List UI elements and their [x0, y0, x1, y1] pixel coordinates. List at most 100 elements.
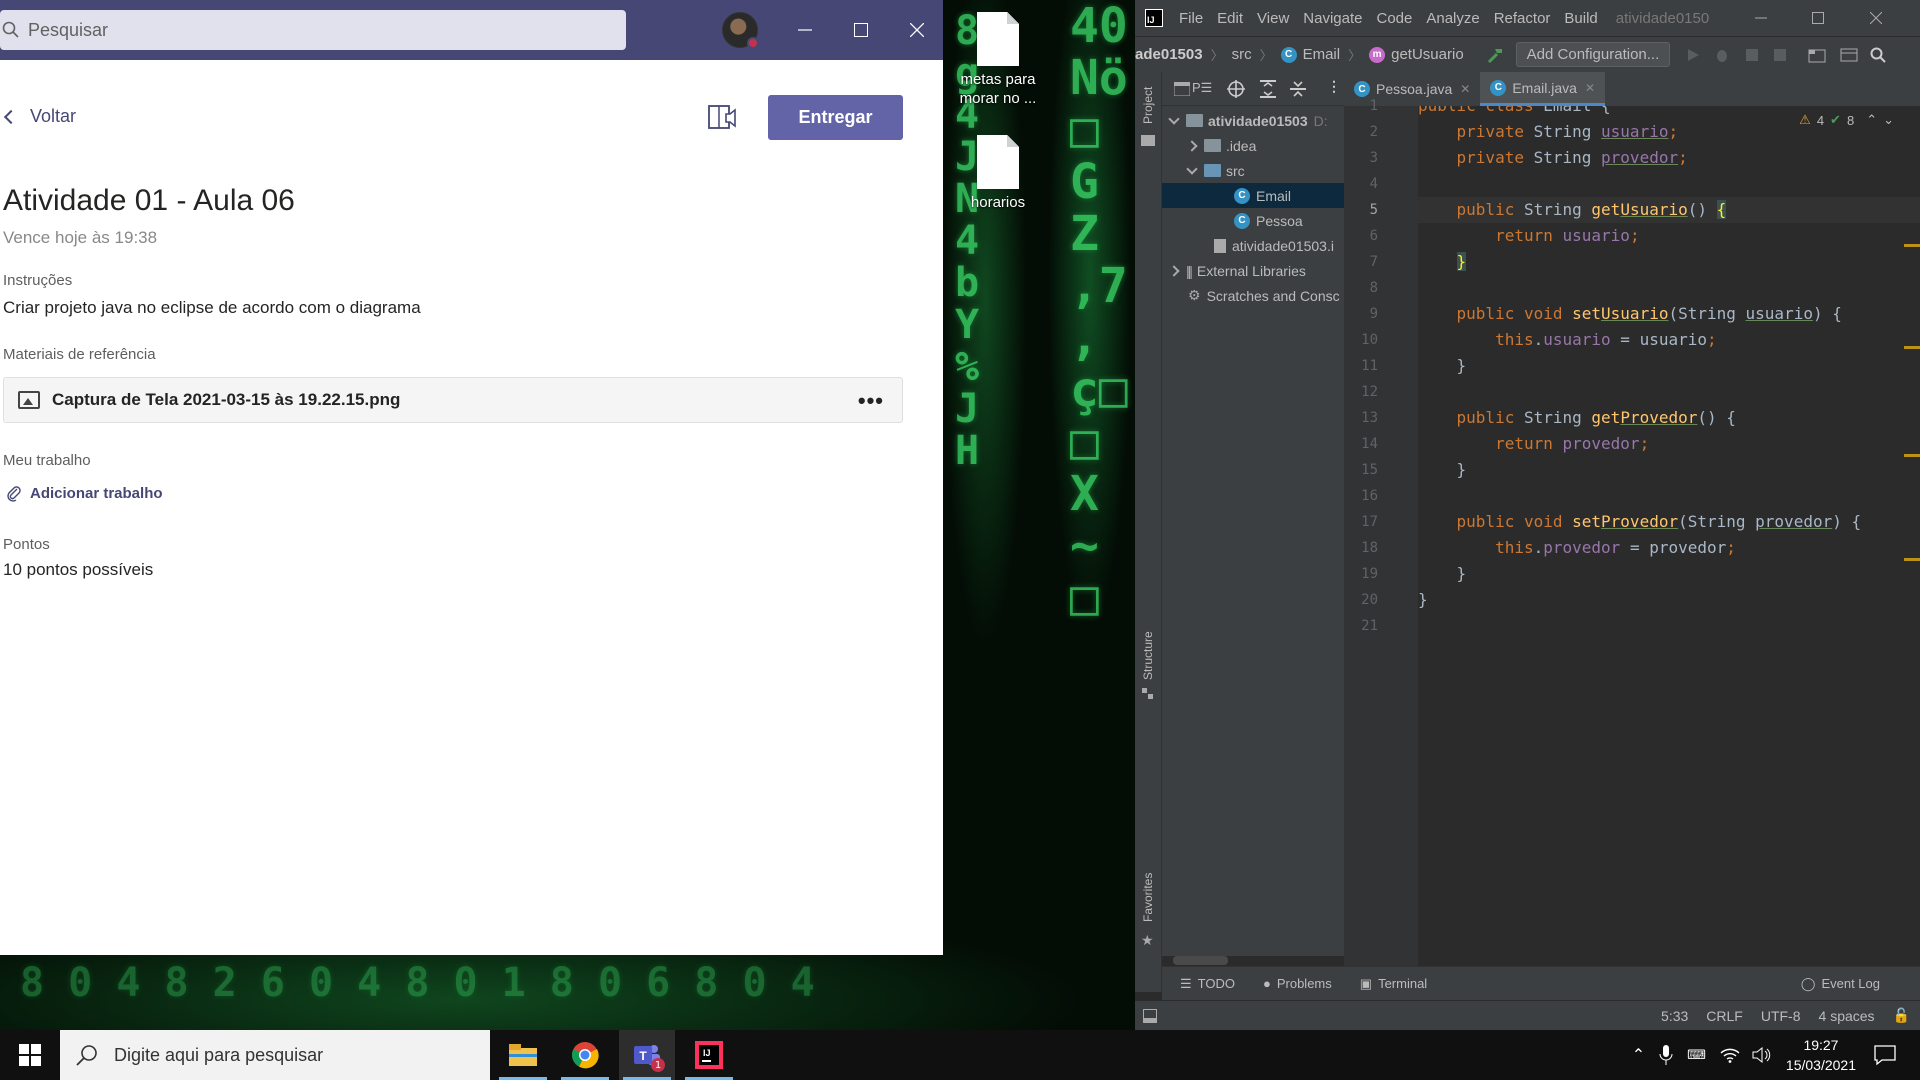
tree-item-root[interactable]: atividade01503 D: [1168, 108, 1344, 133]
warning-stripe-marker[interactable] [1904, 454, 1920, 457]
search-input[interactable]: Pesquisar [0, 10, 626, 50]
maximize-button[interactable] [838, 0, 884, 60]
warning-stripe-marker[interactable] [1904, 346, 1920, 349]
tree-root-label: atividade01503 [1208, 112, 1308, 129]
debug-icon[interactable] [1714, 47, 1730, 63]
chevron-up-icon[interactable]: ⌃ [1632, 1045, 1645, 1065]
attachment-item[interactable]: Captura de Tela 2021-03-15 às 19.22.15.p… [3, 377, 903, 423]
add-configuration-button[interactable]: Add Configuration... [1515, 42, 1671, 67]
tab-email-java[interactable]: C Email.java ✕ [1480, 72, 1605, 106]
locate-icon[interactable] [1227, 80, 1245, 98]
wifi-icon[interactable] [1720, 1047, 1740, 1063]
desktop-file-icon[interactable]: horarios [943, 135, 1053, 212]
submit-button[interactable]: Entregar [768, 95, 903, 140]
avatar[interactable] [722, 12, 759, 49]
presence-busy-icon [747, 37, 759, 49]
search-icon[interactable] [1870, 47, 1886, 63]
back-link[interactable]: Voltar [3, 106, 76, 127]
minimize-button[interactable] [782, 0, 828, 60]
project-view-selector[interactable]: P☰ [1192, 80, 1212, 96]
run-icon[interactable] [1686, 48, 1700, 62]
close-tab-icon[interactable]: ✕ [1460, 82, 1470, 96]
inspection-widget[interactable]: ⚠ 4 ✔ 8 ⌃ ⌄ [1799, 112, 1894, 128]
taskbar-search-placeholder: Digite aqui para pesquisar [114, 1044, 324, 1065]
tool-windows-icon[interactable] [1143, 1009, 1157, 1023]
caret-position[interactable]: 5:33 [1661, 1008, 1688, 1024]
line-number: 9 [1369, 306, 1378, 322]
tree-item-scratches[interactable]: ⚙ Scratches and Consc [1188, 283, 1344, 308]
tool-window-favorites[interactable]: Favorites [1141, 873, 1155, 922]
microphone-icon[interactable] [1659, 1045, 1673, 1065]
build-hammer-icon[interactable] [1486, 45, 1506, 65]
tree-item-external-libraries[interactable]: ||| External Libraries [1168, 258, 1344, 283]
maximize-button[interactable] [1795, 4, 1841, 32]
chevron-down-icon [1168, 112, 1180, 125]
taskbar-search-input[interactable]: Digite aqui para pesquisar [60, 1030, 490, 1080]
tree-item-idea[interactable]: .idea [1186, 133, 1344, 158]
tree-item-pessoa[interactable]: C Pessoa [1234, 208, 1344, 233]
tree-item-src[interactable]: src [1186, 158, 1344, 183]
minimize-button[interactable] [1738, 4, 1784, 32]
notifications-icon[interactable] [1874, 1045, 1896, 1065]
close-tab-icon[interactable]: ✕ [1585, 81, 1595, 95]
taskbar-file-explorer[interactable] [495, 1030, 551, 1080]
breadcrumb-project[interactable]: ade01503 [1135, 46, 1203, 63]
more-options-icon[interactable]: ••• [858, 388, 884, 414]
tree-scrollbar[interactable] [1173, 956, 1228, 965]
file-encoding[interactable]: UTF-8 [1761, 1008, 1801, 1024]
start-button[interactable] [0, 1030, 60, 1080]
desktop-file-icon[interactable]: metas para morar no ... [943, 12, 1053, 108]
teams-title-bar: Pesquisar [0, 0, 943, 60]
warning-stripe-marker[interactable] [1904, 244, 1920, 247]
close-icon [910, 23, 924, 37]
image-file-icon [18, 391, 40, 409]
breadcrumb-class[interactable]: C Email [1280, 46, 1340, 63]
menu-view[interactable]: View [1257, 10, 1289, 27]
add-work-link[interactable]: Adicionar trabalho [6, 484, 163, 502]
menu-analyze[interactable]: Analyze [1426, 10, 1479, 27]
breadcrumb-method[interactable]: m getUsuario [1369, 46, 1464, 63]
stop-icon[interactable] [1774, 48, 1787, 61]
todo-tab[interactable]: ☰ TODO [1180, 976, 1235, 992]
line-number: 4 [1369, 176, 1378, 192]
line-number: 12 [1361, 384, 1378, 400]
layout-icon[interactable] [1840, 47, 1858, 63]
tree-item-iml[interactable]: atividade01503.i [1214, 233, 1344, 258]
close-button[interactable] [894, 0, 940, 60]
code-editor[interactable]: ⚠ 4 ✔ 8 ⌃ ⌄ public class Email { private… [1418, 106, 1920, 966]
desktop-file-label: horarios [970, 194, 1026, 211]
line-number: 17 [1361, 514, 1378, 530]
problems-tab[interactable]: ● Problems [1263, 976, 1332, 991]
tree-item-email[interactable]: C Email [1162, 183, 1344, 208]
close-button[interactable] [1853, 4, 1899, 32]
menu-file[interactable]: File [1179, 10, 1203, 27]
menu-code[interactable]: Code [1376, 10, 1412, 27]
collapse-all-icon[interactable] [1290, 80, 1306, 98]
tool-window-structure[interactable]: Structure [1141, 631, 1155, 680]
immersive-reader-icon[interactable] [706, 100, 740, 134]
line-separator[interactable]: CRLF [1706, 1008, 1743, 1024]
coverage-icon[interactable] [1744, 47, 1760, 63]
expand-all-icon[interactable] [1260, 80, 1276, 98]
indent-setting[interactable]: 4 spaces [1819, 1008, 1875, 1024]
taskbar-teams[interactable]: T 1 [619, 1030, 675, 1080]
taskbar-intellij[interactable]: IJ [681, 1030, 737, 1080]
menu-refactor[interactable]: Refactor [1494, 10, 1551, 27]
tool-window-project[interactable]: Project [1141, 87, 1155, 124]
ime-icon[interactable]: ⌨ [1687, 1047, 1706, 1063]
terminal-tab[interactable]: ▣ Terminal [1360, 976, 1427, 992]
breadcrumb-src[interactable]: src [1232, 46, 1252, 63]
menu-build[interactable]: Build [1564, 10, 1597, 27]
unlock-icon[interactable]: 🔓 [1893, 1007, 1910, 1024]
project-structure-icon[interactable] [1808, 47, 1826, 63]
problems-icon: ● [1262, 976, 1271, 991]
menu-edit[interactable]: Edit [1217, 10, 1243, 27]
system-clock[interactable]: 19:27 15/03/2021 [1786, 1035, 1856, 1075]
event-log-tab[interactable]: ◯ Event Log [1801, 976, 1880, 992]
volume-icon[interactable] [1752, 1047, 1772, 1063]
code-line: public String getProvedor() { [1456, 408, 1736, 427]
menu-navigate[interactable]: Navigate [1303, 10, 1362, 27]
warning-stripe-marker[interactable] [1904, 558, 1920, 561]
taskbar-chrome[interactable] [557, 1030, 613, 1080]
